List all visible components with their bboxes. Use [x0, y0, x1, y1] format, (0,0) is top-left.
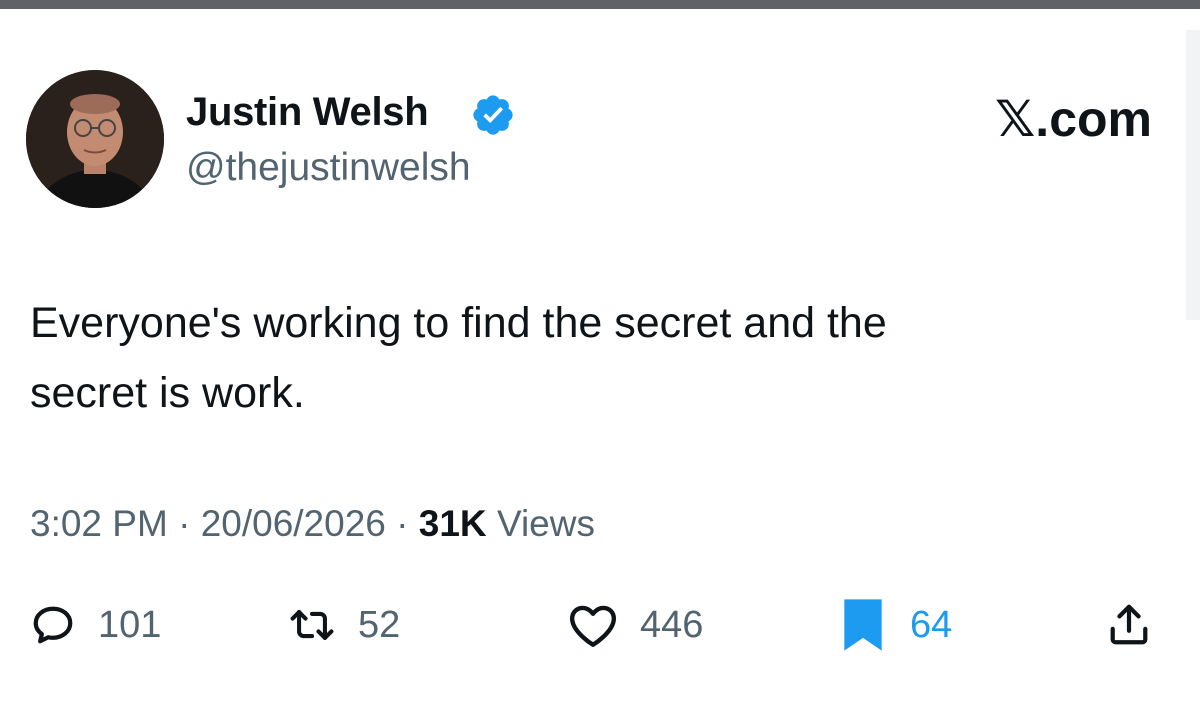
author-handle[interactable]: @thejustinwelsh [186, 144, 471, 192]
tweet-text-line-1: Everyone's working to find the secret an… [30, 299, 887, 347]
tweet-date[interactable]: 20/06/2026 [201, 503, 386, 544]
scrollbar-track [1186, 30, 1200, 320]
like-count: 446 [640, 604, 704, 646]
tweet-text: Everyone's working to find the secret an… [30, 288, 1150, 428]
reply-count: 101 [98, 604, 162, 646]
tweet-meta: 3:02 PM · 20/06/2026 · 31K Views [30, 500, 595, 548]
share-icon [1110, 604, 1148, 645]
tweet-text-line-2: secret is work. [30, 369, 305, 417]
x-com-logo: 𝕏.com [995, 91, 1152, 147]
heart-icon [569, 605, 617, 647]
reply-icon [33, 606, 73, 644]
share-button[interactable] [1106, 598, 1152, 652]
like-button[interactable]: 446 [568, 598, 703, 652]
retweet-count: 52 [358, 604, 401, 646]
bookmark-icon [844, 599, 882, 651]
tweet-time[interactable]: 3:02 PM [30, 503, 168, 544]
retweet-button[interactable]: 52 [288, 598, 400, 652]
author-name[interactable]: Justin Welsh [186, 88, 429, 136]
avatar-photo [26, 70, 164, 208]
top-border [0, 0, 1200, 9]
meta-separator: · [178, 503, 191, 544]
views-label: Views [496, 503, 595, 544]
bookmark-count: 64 [910, 604, 953, 646]
bookmark-button[interactable]: 64 [838, 598, 952, 652]
reply-button[interactable]: 101 [30, 598, 161, 652]
avatar[interactable] [26, 70, 164, 208]
retweet-icon [290, 610, 334, 640]
views-count: 31K [418, 503, 487, 544]
verified-badge-icon [473, 95, 513, 135]
meta-separator: · [396, 503, 409, 544]
